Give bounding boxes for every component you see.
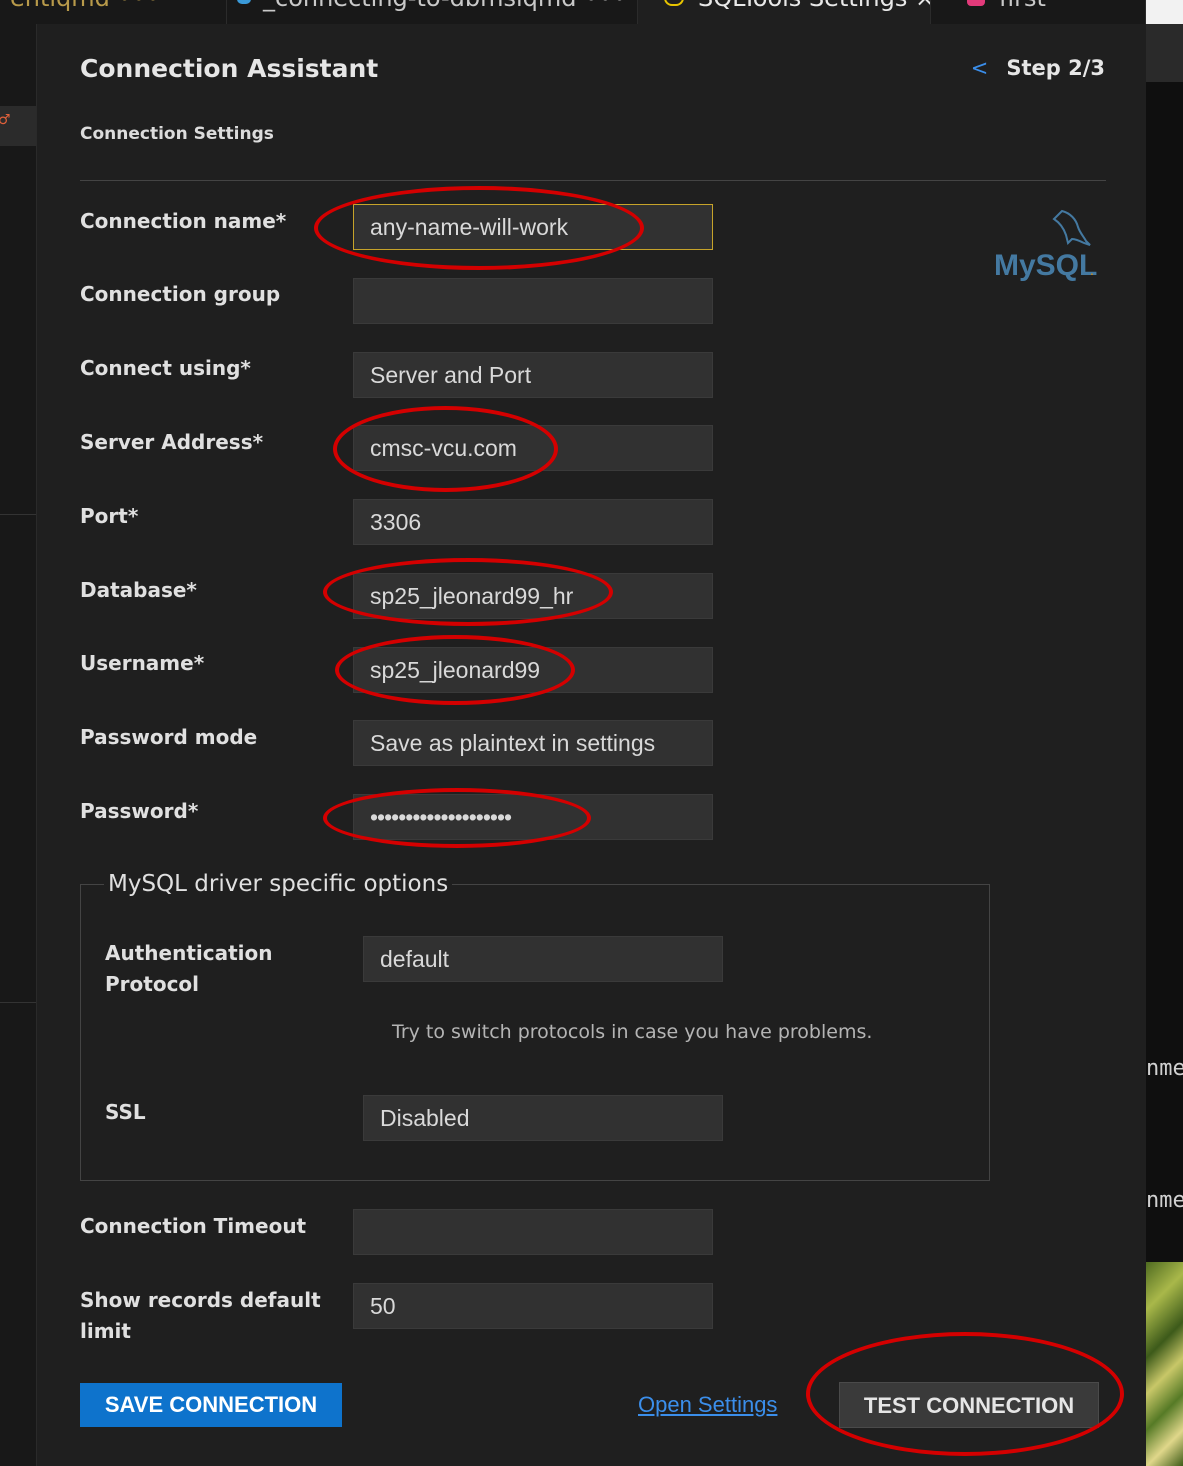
database-icon <box>664 0 684 6</box>
username-input[interactable]: sp25_jleonard99 <box>353 647 713 693</box>
auth-protocol-label-line2: Protocol <box>105 972 200 996</box>
password-input[interactable]: •••••••••••••••••••• <box>353 794 713 840</box>
connection-group-label: Connection group <box>80 282 281 306</box>
auth-protocol-label: Authentication Protocol <box>105 938 272 1000</box>
open-settings-link[interactable]: Open Settings <box>638 1392 777 1418</box>
step-label: Step 2/3 <box>1006 56 1105 80</box>
save-connection-button[interactable]: SAVE CONNECTION <box>80 1383 342 1427</box>
logo-trademark: . <box>1090 262 1094 278</box>
file-icon <box>237 0 251 4</box>
password-mode-select[interactable]: Save as plaintext in settings <box>353 720 713 766</box>
connection-timeout-input[interactable] <box>353 1209 713 1255</box>
back-chevron-icon[interactable]: < <box>971 56 989 80</box>
divider <box>80 180 1106 181</box>
background-image <box>1146 1262 1183 1466</box>
server-address-label: Server Address* <box>80 430 264 454</box>
mysql-logo-icon: MySQL . <box>994 209 1097 282</box>
connection-name-label: Connection name* <box>80 209 287 233</box>
connect-using-label: Connect using* <box>80 356 251 380</box>
ssl-select[interactable]: Disabled <box>363 1095 723 1141</box>
editor-tab[interactable]: first <box>931 0 1146 24</box>
database-label: Database* <box>80 578 197 602</box>
connection-group-input[interactable] <box>353 278 713 324</box>
editor-tab-active[interactable]: SQLTools Settings × <box>638 0 931 24</box>
editor-scroll-area <box>1146 0 1183 24</box>
editor-tab-bar: entiqmd ••• _connecting-to-dbmsiqmd ••• … <box>0 0 1146 24</box>
connection-timeout-label: Connection Timeout <box>80 1214 307 1238</box>
bug-icon: ♂ <box>0 112 11 128</box>
left-editor-gutter: ♂ <box>0 24 37 1466</box>
tab-label: first <box>999 0 1046 12</box>
database-input[interactable]: sp25_jleonard99_hr <box>353 573 713 619</box>
driver-options-legend: MySQL driver specific options <box>104 871 453 897</box>
port-label: Port* <box>80 504 139 528</box>
connect-using-select[interactable]: Server and Port <box>353 352 713 398</box>
code-text: nme <box>1146 1188 1183 1213</box>
tab-label: SQLTools Settings × <box>698 0 930 12</box>
connection-assistant-panel: Connection Assistant < Step 2/3 Connectio… <box>37 24 1145 1466</box>
right-editor-pane: nme nme <box>1146 0 1183 1466</box>
records-limit-input[interactable]: 50 <box>353 1283 713 1329</box>
section-title: Connection Settings <box>80 124 274 144</box>
ssl-label: SSL <box>105 1100 146 1124</box>
page-title: Connection Assistant <box>80 54 379 83</box>
logo-text: MySQL <box>994 249 1097 282</box>
gutter-marker: ♂ <box>0 106 36 146</box>
code-text: nme <box>1146 1056 1183 1081</box>
tab-label: _connecting-to-dbmsiqmd ••• <box>263 0 627 12</box>
password-label: Password* <box>80 799 199 823</box>
port-input[interactable]: 3306 <box>353 499 713 545</box>
file-icon <box>967 0 985 6</box>
divider <box>0 1002 36 1003</box>
records-limit-label-line2: limit <box>80 1319 131 1343</box>
editor-tab[interactable]: entiqmd ••• <box>0 0 227 24</box>
records-limit-label-line1: Show records default <box>80 1288 321 1312</box>
server-address-input[interactable]: cmsc-vcu.com <box>353 425 713 471</box>
tab-label: entiqmd ••• <box>0 0 160 12</box>
auth-protocol-hint: Try to switch protocols in case you have… <box>392 1021 873 1043</box>
divider <box>0 514 36 515</box>
step-indicator: < Step 2/3 <box>971 56 1105 80</box>
records-limit-label: Show records default limit <box>80 1285 321 1347</box>
auth-protocol-label-line1: Authentication <box>105 941 273 965</box>
auth-protocol-select[interactable]: default <box>363 936 723 982</box>
username-label: Username* <box>80 651 205 675</box>
editor-header <box>1146 24 1183 82</box>
editor-tab[interactable]: _connecting-to-dbmsiqmd ••• <box>227 0 638 24</box>
password-mode-label: Password mode <box>80 725 258 749</box>
connection-name-input[interactable]: any-name-will-work <box>353 204 713 250</box>
test-connection-button[interactable]: TEST CONNECTION <box>839 1382 1099 1428</box>
